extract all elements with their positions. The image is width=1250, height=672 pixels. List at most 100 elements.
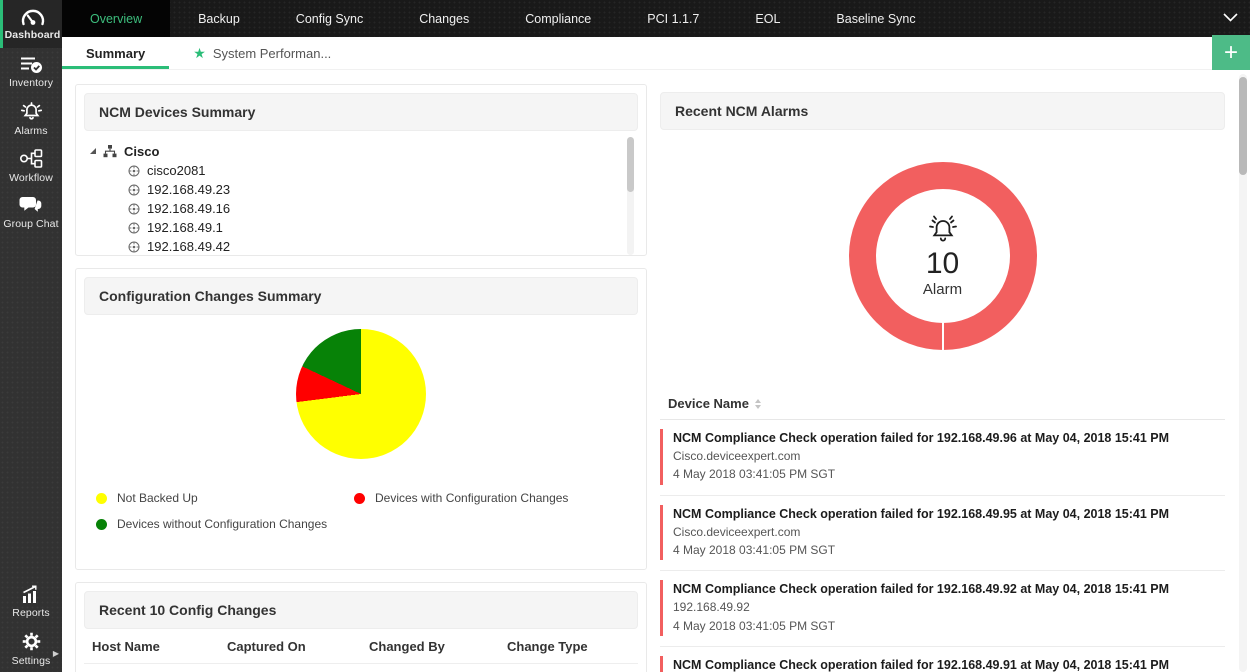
sidebar-item-label: Group Chat: [3, 218, 59, 230]
page-scrollbar: [1239, 74, 1247, 672]
tree-scrollbar-thumb[interactable]: [627, 137, 634, 192]
pie-chart-area: [84, 329, 638, 459]
tree-device-item[interactable]: cisco2081: [90, 161, 634, 180]
column-host-name: Host Name: [92, 639, 160, 654]
nav-tab-pci[interactable]: PCI 1.1.7: [619, 0, 727, 37]
column-changed-by: Changed By: [369, 639, 445, 654]
bell-icon: [18, 101, 45, 122]
sidebar-item-group-chat[interactable]: Group Chat: [0, 189, 62, 236]
nav-tab-overview[interactable]: Overview: [62, 0, 171, 37]
tree-device-item[interactable]: 192.168.49.16: [90, 199, 634, 218]
alarm-table: Device Name NCM Compliance Check operati…: [660, 390, 1225, 672]
column-change-type: Change Type: [507, 639, 588, 654]
tab-system-performance-label: System Performan...: [212, 45, 332, 61]
device-label: 192.168.49.23: [147, 182, 231, 197]
sort-icon: [754, 398, 761, 409]
alarm-count-label: Alarm: [922, 281, 963, 299]
workflow-nodes-icon: [18, 148, 44, 169]
sidebar-item-label: Workflow: [9, 171, 53, 184]
alarm-list-item[interactable]: NCM Compliance Check operation failed fo…: [660, 496, 1225, 572]
panel-title: Recent NCM Alarms: [660, 92, 1225, 130]
dashboard-content: NCM Devices Summary Cisco cisco2081 192.…: [62, 70, 1250, 672]
nav-tab-backup[interactable]: Backup: [170, 0, 268, 37]
legend-item-not-backed-up: Not Backed Up: [96, 491, 354, 505]
column-label: Device Name: [668, 396, 749, 411]
nav-tab-changes[interactable]: Changes: [391, 0, 497, 37]
tree-device-item[interactable]: 192.168.49.1: [90, 218, 634, 237]
recent-ncm-alarms-panel: Recent NCM Alarms 10 Alarm Device Name N…: [660, 84, 1225, 672]
alarm-message: NCM Compliance Check operation failed fo…: [673, 582, 1170, 597]
inventory-list-icon: [20, 55, 43, 74]
dashboard-tabbar: Summary ★ System Performan... +: [62, 35, 1250, 70]
bar-chart-icon: [20, 585, 43, 604]
alarm-message: NCM Compliance Check operation failed fo…: [673, 506, 1170, 521]
alarm-timestamp: 4 May 2018 03:41:05 PM SGT: [673, 618, 836, 633]
nav-tab-baseline-sync[interactable]: Baseline Sync: [808, 0, 943, 37]
alarm-column-device-name[interactable]: Device Name: [660, 390, 1225, 420]
panel-title: Configuration Changes Summary: [84, 277, 638, 315]
panel-title: Recent 10 Config Changes: [84, 591, 638, 629]
sidebar-item-workflow[interactable]: Workflow: [0, 142, 62, 189]
configuration-changes-summary-panel: Configuration Changes Summary Not Backed…: [75, 268, 647, 570]
left-column: NCM Devices Summary Cisco cisco2081 192.…: [75, 84, 647, 672]
donut-segment-gap: [941, 322, 944, 350]
pie-legend: Not Backed Up Devices with Configuration…: [96, 491, 638, 531]
sidebar-item-label: Inventory: [8, 76, 54, 89]
nav-tab-config-sync[interactable]: Config Sync: [268, 0, 391, 37]
sidebar-item-settings[interactable]: Settings ▶: [0, 625, 62, 672]
chevron-down-icon[interactable]: [1223, 13, 1238, 22]
device-label: cisco2081: [147, 163, 206, 178]
ncm-dashboard: Dashboard Inventory Alarms Workflow Grou…: [0, 0, 1250, 672]
sidebar-item-inventory[interactable]: Inventory: [0, 48, 62, 95]
device-label: 192.168.49.16: [147, 201, 231, 216]
alarm-timestamp: 4 May 2018 03:41:05 PM SGT: [673, 542, 836, 557]
tab-summary[interactable]: Summary: [62, 37, 170, 69]
page-scrollbar-thumb[interactable]: [1239, 77, 1247, 175]
ncm-devices-summary-panel: NCM Devices Summary Cisco cisco2081 192.…: [75, 84, 647, 256]
device-tree: Cisco cisco2081 192.168.49.23 192.168.49…: [84, 131, 638, 263]
panel-title: NCM Devices Summary: [84, 93, 638, 131]
donut-center: 10 Alarm: [876, 189, 1010, 323]
device-label: 192.168.49.1: [147, 220, 223, 235]
table-row[interactable]: 192.168.49.1 Nov 16 2016 14:50:20 PM Not…: [84, 664, 638, 672]
alarm-source: Cisco.deviceexpert.com: [673, 524, 801, 539]
alarm-source: Cisco.deviceexpert.com: [673, 448, 801, 463]
pie-chart: [296, 329, 426, 459]
sitemap-icon: [103, 144, 117, 158]
sidebar-item-dashboard[interactable]: Dashboard: [0, 0, 62, 48]
legend-dot-red: [354, 492, 365, 504]
star-icon: ★: [193, 45, 206, 61]
chat-bubbles-icon: [19, 195, 43, 215]
alarm-bell-icon: [923, 214, 963, 246]
legend-dot-yellow: [96, 492, 107, 504]
alarm-list-item[interactable]: NCM Compliance Check operation failed fo…: [660, 647, 1225, 672]
tree-expander-icon[interactable]: [90, 148, 96, 154]
legend-item-with-changes: Devices with Configuration Changes: [354, 491, 638, 505]
alarm-donut-area: 10 Alarm: [660, 162, 1225, 350]
tree-node-cisco[interactable]: Cisco: [90, 141, 634, 161]
gear-icon: [21, 631, 42, 652]
tab-system-performance[interactable]: ★ System Performan...: [169, 37, 355, 69]
recent-config-changes-panel: Recent 10 Config Changes Host Name Captu…: [75, 582, 647, 672]
nav-tab-compliance[interactable]: Compliance: [497, 0, 619, 37]
sidebar-item-reports[interactable]: Reports: [0, 578, 62, 625]
add-dashboard-button[interactable]: +: [1212, 35, 1250, 70]
alarm-donut-chart: 10 Alarm: [848, 162, 1037, 350]
tree-device-item[interactable]: 192.168.49.42: [90, 237, 634, 256]
legend-dot-green: [96, 518, 107, 530]
tab-summary-label: Summary: [86, 45, 146, 61]
right-column: Recent NCM Alarms 10 Alarm Device Name N…: [660, 84, 1225, 672]
alarm-timestamp: 4 May 2018 03:41:05 PM SGT: [673, 467, 836, 482]
alarm-count: 10: [925, 246, 960, 280]
tree-device-item[interactable]: 192.168.49.23: [90, 180, 634, 199]
main-area: Overview Backup Config Sync Changes Comp…: [62, 0, 1250, 672]
alarm-list-item[interactable]: NCM Compliance Check operation failed fo…: [660, 571, 1225, 647]
alarm-source: 192.168.49.92: [673, 600, 750, 615]
dashboard-topnav: Overview Backup Config Sync Changes Comp…: [62, 0, 1250, 37]
sidebar-item-alarms[interactable]: Alarms: [0, 95, 62, 142]
nav-tab-eol[interactable]: EOL: [727, 0, 808, 37]
legend-label: Devices without Configuration Changes: [117, 517, 328, 531]
alarm-list-item[interactable]: NCM Compliance Check operation failed fo…: [660, 420, 1225, 496]
settings-flyout-arrow-icon[interactable]: ▶: [53, 649, 59, 658]
